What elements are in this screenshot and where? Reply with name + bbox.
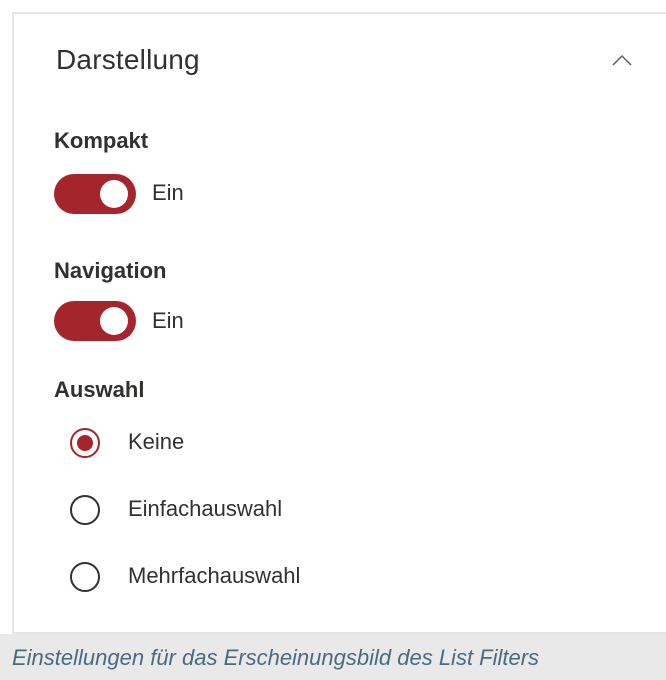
navigation-toggle-state: Ein — [152, 308, 184, 333]
chevron-up-icon[interactable] — [612, 54, 632, 66]
compact-toggle[interactable] — [54, 174, 136, 214]
navigation-toggle[interactable] — [54, 301, 136, 341]
toggle-knob — [100, 180, 128, 208]
radio-label: Keine — [128, 429, 185, 454]
section-header[interactable]: Darstellung — [14, 14, 666, 114]
display-settings-panel: Darstellung Kompakt Ein Navigation Ein A… — [12, 12, 666, 634]
compact-label: Kompakt — [54, 128, 149, 153]
radio-button[interactable] — [70, 562, 100, 592]
radio-option-single[interactable]: Einfachauswahl — [70, 493, 490, 529]
toggle-knob — [100, 307, 128, 335]
radio-label: Einfachauswahl — [128, 496, 283, 521]
navigation-label: Navigation — [54, 258, 167, 283]
radio-option-none[interactable]: Keine — [70, 426, 490, 462]
selection-label: Auswahl — [54, 377, 145, 402]
compact-toggle-state: Ein — [152, 180, 184, 205]
radio-label: Mehrfachauswahl — [128, 563, 301, 588]
radio-button-checked[interactable] — [70, 428, 100, 458]
section-title: Darstellung — [56, 44, 200, 75]
figure-caption: Einstellungen für das Erscheinungsbild d… — [12, 645, 540, 670]
radio-dot — [77, 435, 93, 451]
radio-option-multi[interactable]: Mehrfachauswahl — [70, 560, 490, 596]
radio-button[interactable] — [70, 495, 100, 525]
caption-bar: Einstellungen für das Erscheinungsbild d… — [0, 634, 666, 680]
